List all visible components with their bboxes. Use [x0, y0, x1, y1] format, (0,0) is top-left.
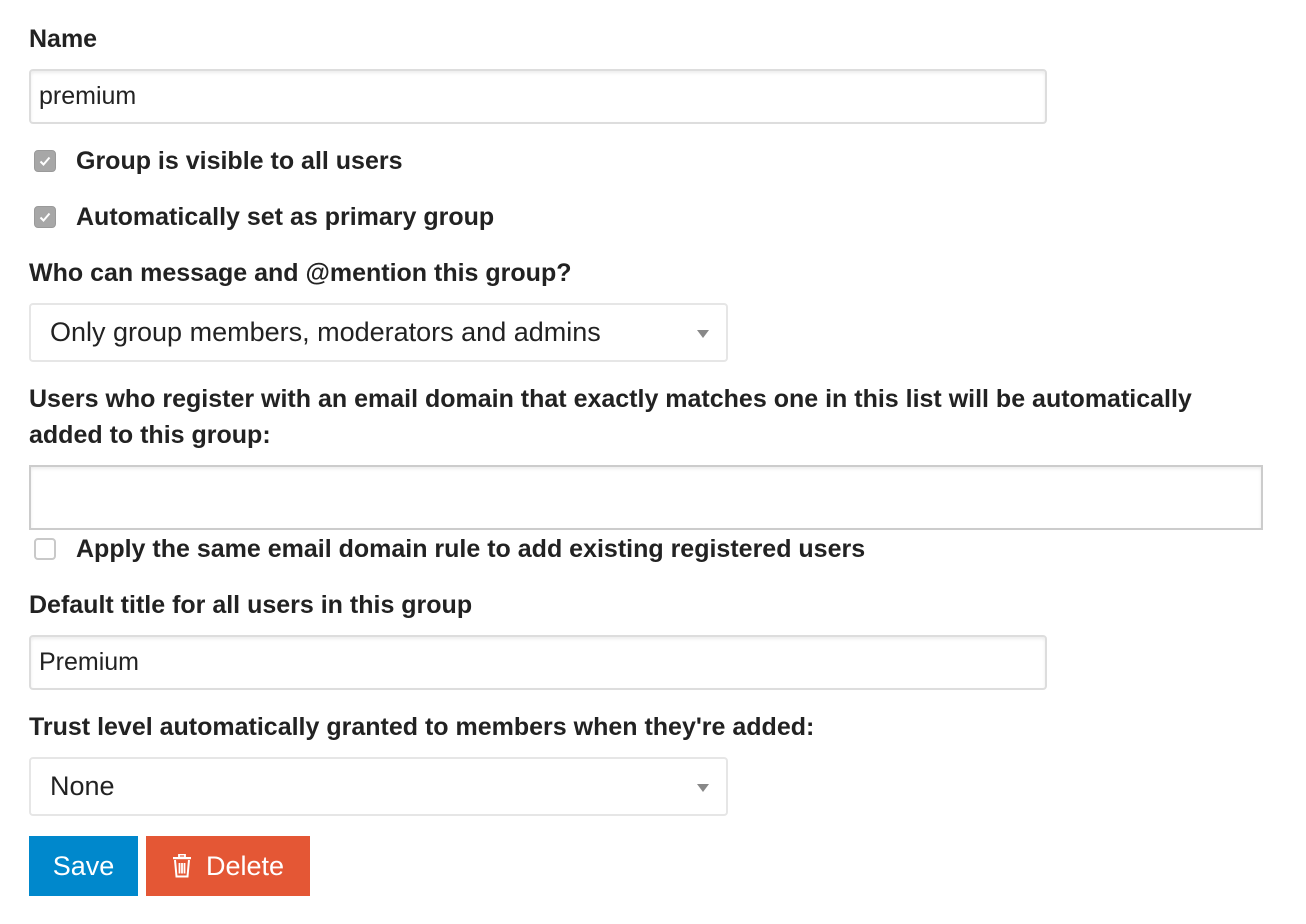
email-domains-label: Users who register with an email domain …: [29, 385, 1192, 449]
name-input[interactable]: [29, 69, 1047, 124]
visible-to-all-label: Group is visible to all users: [76, 146, 403, 175]
name-label: Name: [29, 25, 98, 53]
trust-level-select[interactable]: None: [29, 757, 728, 816]
apply-existing-label: Apply the same email domain rule to add …: [76, 534, 866, 563]
trash-icon: [172, 854, 192, 878]
primary-group-checkbox[interactable]: [34, 206, 56, 228]
trust-level-label: Trust level automatically granted to mem…: [29, 713, 815, 741]
mention-label: Who can message and @mention this group?: [29, 259, 572, 287]
apply-existing-row[interactable]: Apply the same email domain rule to add …: [34, 531, 865, 567]
primary-group-label: Automatically set as primary group: [76, 202, 495, 231]
caret-down-icon: [697, 330, 709, 338]
primary-group-row[interactable]: Automatically set as primary group: [34, 199, 494, 235]
caret-down-icon: [697, 784, 709, 792]
delete-button[interactable]: Delete: [146, 836, 310, 896]
email-domains-input[interactable]: [29, 465, 1263, 530]
trust-level-select-value: None: [50, 771, 115, 801]
checkmark-icon: [39, 212, 51, 222]
mention-select[interactable]: Only group members, moderators and admin…: [29, 303, 728, 362]
default-title-input[interactable]: [29, 635, 1047, 690]
checkmark-icon: [39, 156, 51, 166]
save-button-label: Save: [52, 850, 115, 881]
save-button[interactable]: Save: [29, 836, 138, 896]
visible-to-all-checkbox[interactable]: [34, 150, 56, 172]
apply-existing-checkbox[interactable]: [34, 538, 56, 560]
default-title-label: Default title for all users in this grou…: [29, 591, 473, 619]
visible-to-all-row[interactable]: Group is visible to all users: [34, 143, 403, 179]
delete-button-label: Delete: [205, 850, 285, 881]
mention-select-value: Only group members, moderators and admin…: [50, 317, 601, 347]
